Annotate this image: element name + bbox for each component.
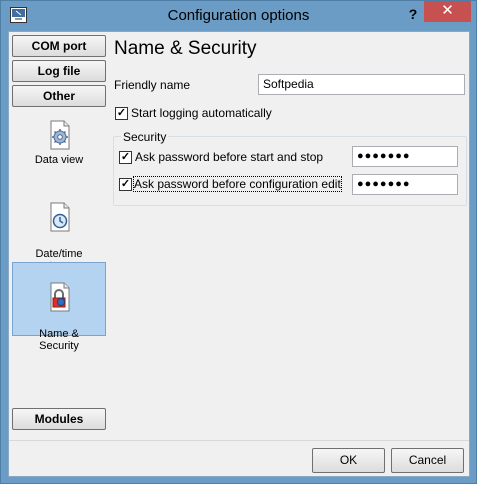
security-group-label: Security (121, 130, 169, 144)
ask-config-label[interactable]: Ask password before configuration edit (133, 176, 342, 192)
start-stop-password-input[interactable]: ●●●●●●● (352, 146, 458, 167)
nav-item-date-time-stamp[interactable]: Date/time stamp (12, 190, 106, 272)
nav-other-button[interactable]: Other (12, 85, 106, 107)
nav-com-port-button[interactable]: COM port (12, 35, 106, 57)
nav-item-label: Data view (34, 154, 84, 166)
cancel-button[interactable]: Cancel (391, 448, 464, 473)
config-password-input[interactable]: ●●●●●●● (352, 174, 458, 195)
title-bar[interactable]: Configuration options ? ✕ (1, 1, 476, 31)
ok-button[interactable]: OK (312, 448, 385, 473)
start-logging-checkbox[interactable]: ✓ (115, 107, 128, 120)
clock-document-icon (50, 202, 70, 232)
gear-document-icon (50, 120, 70, 150)
nav-item-label: Name & Security (39, 328, 79, 352)
check-icon: ✓ (120, 151, 131, 163)
nav-log-file-button[interactable]: Log file (12, 60, 106, 82)
help-button[interactable]: ? (401, 4, 425, 24)
panel-title: Name & Security (114, 38, 257, 59)
start-logging-label[interactable]: Start logging automatically (131, 106, 272, 120)
client-area: COM port Log file Other Data view Date/t… (8, 31, 470, 477)
nav-modules-button[interactable]: Modules (12, 408, 106, 430)
friendly-name-label: Friendly name (114, 78, 191, 92)
ask-start-stop-checkbox[interactable]: ✓ (119, 151, 132, 164)
nav-item-name-security[interactable]: Name & Security (12, 262, 106, 352)
nav-item-data-view[interactable]: Data view (12, 120, 106, 170)
lock-document-icon (50, 282, 70, 312)
friendly-name-input[interactable]: Softpedia (258, 74, 465, 95)
close-button[interactable]: ✕ (424, 1, 471, 22)
config-window: Configuration options ? ✕ COM port Log f… (0, 0, 477, 484)
footer-divider (9, 440, 469, 441)
ask-start-stop-label[interactable]: Ask password before start and stop (135, 150, 323, 164)
check-icon: ✓ (116, 107, 127, 119)
ask-config-checkbox[interactable]: ✓ (119, 178, 132, 191)
check-icon: ✓ (120, 178, 131, 190)
